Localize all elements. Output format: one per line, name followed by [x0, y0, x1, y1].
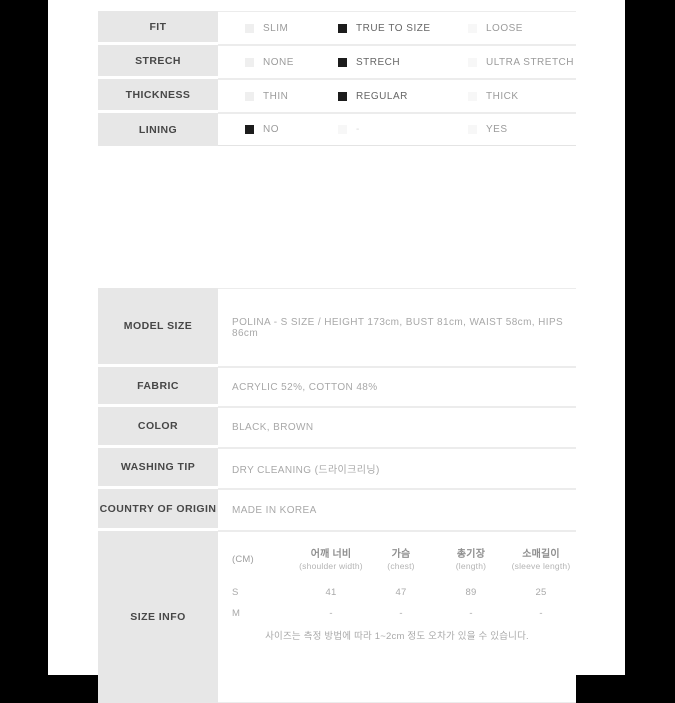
row-value-lining: NO - YES: [218, 113, 576, 146]
column-label-en: (shoulder width): [299, 561, 363, 572]
row-value-thickness: THIN REGULAR THICK: [218, 79, 576, 113]
size-unit-header: (CM): [232, 553, 254, 565]
table-row: WASHING TIP DRY CLEANING (드라이크리닝): [98, 448, 576, 489]
table-row: COUNTRY OF ORIGIN MADE IN KOREA: [98, 489, 576, 531]
product-detail-page: FIT SLIM TRUE TO SIZE LOOSE STRECH NONE …: [48, 0, 625, 703]
table-row: FIT SLIM TRUE TO SIZE LOOSE: [98, 11, 576, 45]
table-row: COLOR BLACK, BROWN: [98, 407, 576, 448]
size-measurement-table: (CM) 어깨 너비 (shoulder width) 가슴 (chest) 총…: [218, 544, 576, 645]
size-table-header-row: (CM) 어깨 너비 (shoulder width) 가슴 (chest) 총…: [218, 544, 576, 582]
option-thickness-thick[interactable]: THICK: [468, 81, 519, 112]
checkbox-unchecked-icon[interactable]: [468, 91, 477, 101]
row-label-strech: STRECH: [98, 45, 218, 79]
row-value-fabric: ACRYLIC 52%, COTTON 48%: [218, 367, 576, 407]
option-thickness-regular[interactable]: REGULAR: [338, 81, 408, 112]
option-strech-none[interactable]: NONE: [245, 47, 294, 78]
size-row-label-m: M: [232, 608, 241, 620]
detail-spec-table: MODEL SIZE POLINA - S SIZE / HEIGHT 173c…: [98, 288, 576, 703]
checkbox-unchecked-icon[interactable]: [468, 125, 477, 134]
option-fit-loose[interactable]: LOOSE: [468, 13, 523, 44]
option-label: THICK: [486, 90, 519, 102]
row-label-model-size: MODEL SIZE: [98, 288, 218, 367]
table-row: LINING NO - YES: [98, 113, 576, 146]
column-label-ko: 가슴: [391, 549, 411, 560]
option-label: NO: [263, 124, 279, 135]
column-label-ko: 어깨 너비: [310, 549, 352, 560]
row-label-washing-tip: WASHING TIP: [98, 448, 218, 489]
option-strech-ultra-stretch[interactable]: ULTRA STRETCH: [468, 47, 574, 78]
table-row: MODEL SIZE POLINA - S SIZE / HEIGHT 173c…: [98, 288, 576, 367]
table-row: SIZE INFO (CM) 어깨 너비 (shoulder width) 가슴…: [98, 531, 576, 703]
option-strech-strech[interactable]: STRECH: [338, 47, 400, 78]
checkbox-unchecked-icon[interactable]: [468, 57, 477, 67]
row-value-strech: NONE STRECH ULTRA STRETCH: [218, 45, 576, 79]
option-label: TRUE TO SIZE: [356, 22, 431, 34]
option-label: ULTRA STRETCH: [486, 56, 574, 68]
column-label-ko: 총기장: [456, 549, 486, 560]
option-thickness-thin[interactable]: THIN: [245, 81, 288, 112]
size-cell-s-sleeve: 25: [535, 587, 547, 599]
checkbox-unchecked-icon[interactable]: [338, 125, 347, 134]
option-lining-no[interactable]: NO: [245, 114, 279, 145]
checkbox-checked-icon[interactable]: [245, 125, 254, 134]
page-frame: FIT SLIM TRUE TO SIZE LOOSE STRECH NONE …: [0, 0, 675, 703]
table-row: THICKNESS THIN REGULAR THICK: [98, 79, 576, 113]
row-label-size-info: SIZE INFO: [98, 531, 218, 703]
size-column-sleeve-length: 소매길이 (sleeve length): [506, 544, 576, 582]
row-value-country-of-origin: MADE IN KOREA: [218, 489, 576, 531]
row-label-lining: LINING: [98, 113, 218, 146]
checkbox-unchecked-icon[interactable]: [468, 23, 477, 33]
size-row-label-s: S: [232, 587, 239, 599]
size-column-shoulder-width: 어깨 너비 (shoulder width): [296, 544, 366, 582]
row-label-color: COLOR: [98, 407, 218, 448]
column-label-ko: 소매길이: [522, 549, 560, 560]
row-label-country-of-origin: COUNTRY OF ORIGIN: [98, 489, 218, 531]
size-cell-m-chest: -: [399, 608, 403, 620]
size-cell-m-sleeve: -: [539, 608, 543, 620]
size-note-row: 사이즈는 측정 방법에 따라 1~2cm 정도 오차가 있을 수 있습니다.: [218, 624, 576, 645]
checkbox-unchecked-icon[interactable]: [245, 57, 254, 67]
size-cell-s-length: 89: [465, 587, 477, 599]
option-spec-table: FIT SLIM TRUE TO SIZE LOOSE STRECH NONE …: [98, 11, 576, 146]
column-label-en: (sleeve length): [511, 561, 571, 572]
table-row: STRECH NONE STRECH ULTRA STRETCH: [98, 45, 576, 79]
size-measurement-note: 사이즈는 측정 방법에 따라 1~2cm 정도 오차가 있을 수 있습니다.: [265, 630, 529, 642]
option-label: THIN: [263, 90, 289, 102]
size-cell-s-shoulder: 41: [325, 587, 337, 599]
option-label: SLIM: [263, 22, 289, 34]
row-value-model-size: POLINA - S SIZE / HEIGHT 173cm, BUST 81c…: [218, 288, 576, 367]
checkbox-checked-icon[interactable]: [338, 57, 347, 67]
row-label-fabric: FABRIC: [98, 367, 218, 407]
table-row: S 41 47 89 25: [218, 582, 576, 603]
option-lining-none[interactable]: -: [338, 114, 360, 145]
row-value-color: BLACK, BROWN: [218, 407, 576, 448]
row-label-fit: FIT: [98, 11, 218, 45]
checkbox-checked-icon[interactable]: [338, 23, 347, 33]
size-cell-m-length: -: [469, 608, 473, 620]
option-label: YES: [486, 124, 508, 135]
option-label: LOOSE: [486, 22, 523, 34]
option-label: NONE: [263, 56, 294, 68]
option-fit-slim[interactable]: SLIM: [245, 13, 288, 44]
checkbox-unchecked-icon[interactable]: [245, 23, 254, 33]
column-label-en: (chest): [387, 561, 415, 572]
row-value-washing-tip: DRY CLEANING (드라이크리닝): [218, 448, 576, 489]
option-lining-yes[interactable]: YES: [468, 114, 508, 145]
option-fit-true-to-size[interactable]: TRUE TO SIZE: [338, 13, 431, 44]
row-value-fit: SLIM TRUE TO SIZE LOOSE: [218, 11, 576, 45]
checkbox-unchecked-icon[interactable]: [245, 91, 254, 101]
option-label: REGULAR: [356, 90, 408, 102]
row-label-thickness: THICKNESS: [98, 79, 218, 113]
size-cell-m-shoulder: -: [329, 608, 333, 620]
size-column-chest: 가슴 (chest): [366, 544, 436, 582]
checkbox-checked-icon[interactable]: [338, 91, 347, 101]
size-column-length: 총기장 (length): [436, 544, 506, 582]
option-label: STRECH: [356, 56, 401, 68]
column-label-en: (length): [455, 561, 487, 572]
option-label: -: [356, 124, 360, 135]
size-cell-s-chest: 47: [395, 587, 407, 599]
row-value-size-info: (CM) 어깨 너비 (shoulder width) 가슴 (chest) 총…: [218, 531, 576, 703]
table-row: FABRIC ACRYLIC 52%, COTTON 48%: [98, 367, 576, 407]
table-row: M - - - -: [218, 603, 576, 624]
